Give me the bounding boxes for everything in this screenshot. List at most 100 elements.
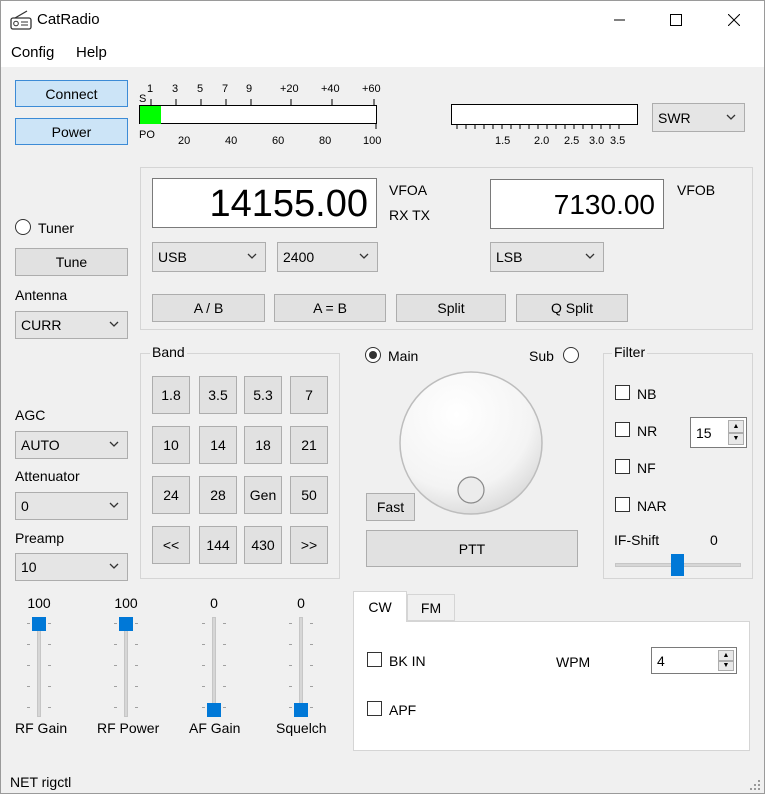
po-tick-label: 60 <box>272 135 285 147</box>
split-button[interactable]: Split <box>396 294 506 322</box>
main-vfo-radio[interactable] <box>365 347 381 363</box>
meter-select[interactable]: SWR <box>652 103 745 132</box>
band-button[interactable]: 10 <box>152 426 190 464</box>
wpm-value: 4 <box>657 652 665 669</box>
minimize-button[interactable] <box>591 1 649 39</box>
band-button[interactable]: 24 <box>152 476 190 514</box>
slider-value: 100 <box>27 595 51 611</box>
slider-value: 100 <box>114 595 138 611</box>
vfoa-frequency-display[interactable]: 14155.00 <box>152 178 377 228</box>
slider-thumb[interactable] <box>32 617 46 631</box>
antenna-select[interactable]: CURR <box>15 311 128 339</box>
preamp-select[interactable]: 10 <box>15 553 128 581</box>
slider-tick <box>223 623 226 624</box>
fast-tuning-button[interactable]: Fast <box>366 493 415 521</box>
band-button[interactable]: 28 <box>199 476 237 514</box>
vfob-frequency-display[interactable]: 7130.00 <box>490 179 664 229</box>
tuner-radio[interactable] <box>15 219 31 235</box>
menu-config[interactable]: Config <box>11 44 54 61</box>
slider-track[interactable] <box>212 617 216 717</box>
chevron-down-icon <box>109 563 119 569</box>
band-button[interactable]: 21 <box>290 426 328 464</box>
band-button[interactable]: << <box>152 526 190 564</box>
tab-fm[interactable]: FM <box>407 594 455 621</box>
slider-track[interactable] <box>37 617 41 717</box>
resize-grip-icon[interactable] <box>748 778 762 792</box>
slider-tick <box>135 665 138 666</box>
band-button[interactable]: 7 <box>290 376 328 414</box>
wpm-label: WPM <box>556 654 591 670</box>
connect-button[interactable]: Connect <box>15 80 128 107</box>
band-button[interactable]: >> <box>290 526 328 564</box>
spin-down-icon[interactable]: ▼ <box>728 432 744 445</box>
quick-split-button[interactable]: Q Split <box>516 294 628 322</box>
if-shift-slider-thumb[interactable] <box>671 554 684 576</box>
filter-group-title: Filter <box>612 344 648 360</box>
vfoa-label: VFOA <box>389 182 428 198</box>
band-button[interactable]: 14 <box>199 426 237 464</box>
band-button[interactable]: 3.5 <box>199 376 237 414</box>
vfoa-mode-value: USB <box>158 249 187 265</box>
nf-checkbox[interactable] <box>615 459 630 474</box>
close-button[interactable] <box>705 1 763 39</box>
vfoa-mode-select[interactable]: USB <box>152 242 266 272</box>
vfob-mode-select[interactable]: LSB <box>490 242 604 272</box>
tab-cw[interactable]: CW <box>353 591 407 622</box>
slider-thumb[interactable] <box>207 703 221 717</box>
menu-help[interactable]: Help <box>76 44 107 61</box>
slider-label: AF Gain <box>189 720 241 736</box>
spin-up-icon[interactable]: ▲ <box>718 650 734 661</box>
nb-checkbox[interactable] <box>615 385 630 400</box>
vfob-mode-value: LSB <box>496 249 523 265</box>
window-title: CatRadio <box>37 11 100 28</box>
slider-thumb[interactable] <box>294 703 308 717</box>
band-button[interactable]: 18 <box>244 426 282 464</box>
band-button[interactable]: 5.3 <box>244 376 282 414</box>
slider-track[interactable] <box>124 617 128 717</box>
slider-tick <box>310 644 313 645</box>
slider-tick <box>114 623 117 624</box>
rx-tx-indicator: RX TX <box>389 207 430 223</box>
tuning-knob[interactable] <box>397 369 547 519</box>
meter-select-value: SWR <box>658 109 691 126</box>
nar-label: NAR <box>637 498 667 514</box>
attenuator-select[interactable]: 0 <box>15 492 128 520</box>
slider-track[interactable] <box>299 617 303 717</box>
swr-tick-label: 3.0 <box>589 135 605 147</box>
band-button[interactable]: 1.8 <box>152 376 190 414</box>
ptt-button[interactable]: PTT <box>366 530 578 567</box>
maximize-button[interactable] <box>647 1 705 39</box>
agc-select[interactable]: AUTO <box>15 431 128 459</box>
bk-in-checkbox[interactable] <box>367 652 382 667</box>
vfo-swap-button[interactable]: A / B <box>152 294 265 322</box>
power-button[interactable]: Power <box>15 118 128 145</box>
swr-tick-label: 2.5 <box>564 135 580 147</box>
antenna-label: Antenna <box>15 287 68 303</box>
slider-thumb[interactable] <box>119 617 133 631</box>
band-button[interactable]: 50 <box>290 476 328 514</box>
nr-checkbox[interactable] <box>615 422 630 437</box>
slider-tick <box>114 686 117 687</box>
sub-vfo-radio[interactable] <box>563 347 579 363</box>
slider-label: RF Power <box>97 720 160 736</box>
band-button[interactable]: Gen <box>244 476 282 514</box>
slider-tick <box>310 707 313 708</box>
wpm-spinbox[interactable]: 4 ▲ ▼ <box>651 647 737 674</box>
preamp-label: Preamp <box>15 530 65 546</box>
slider-value: 0 <box>297 595 305 611</box>
nar-checkbox[interactable] <box>615 497 630 512</box>
vfo-equal-button[interactable]: A = B <box>274 294 386 322</box>
slider-tick <box>202 644 205 645</box>
band-button[interactable]: 144 <box>199 526 237 564</box>
tune-button[interactable]: Tune <box>15 248 128 276</box>
band-button[interactable]: 430 <box>244 526 282 564</box>
spin-up-icon[interactable]: ▲ <box>728 420 744 433</box>
apf-label: APF <box>389 702 417 718</box>
spin-down-icon[interactable]: ▼ <box>718 660 734 671</box>
nr-level-spinbox[interactable]: 15 ▲ ▼ <box>690 417 747 448</box>
antenna-value: CURR <box>21 317 62 333</box>
slider-tick <box>202 707 205 708</box>
bandwidth-select[interactable]: 2400 <box>277 242 378 272</box>
agc-value: AUTO <box>21 437 60 453</box>
apf-checkbox[interactable] <box>367 701 382 716</box>
